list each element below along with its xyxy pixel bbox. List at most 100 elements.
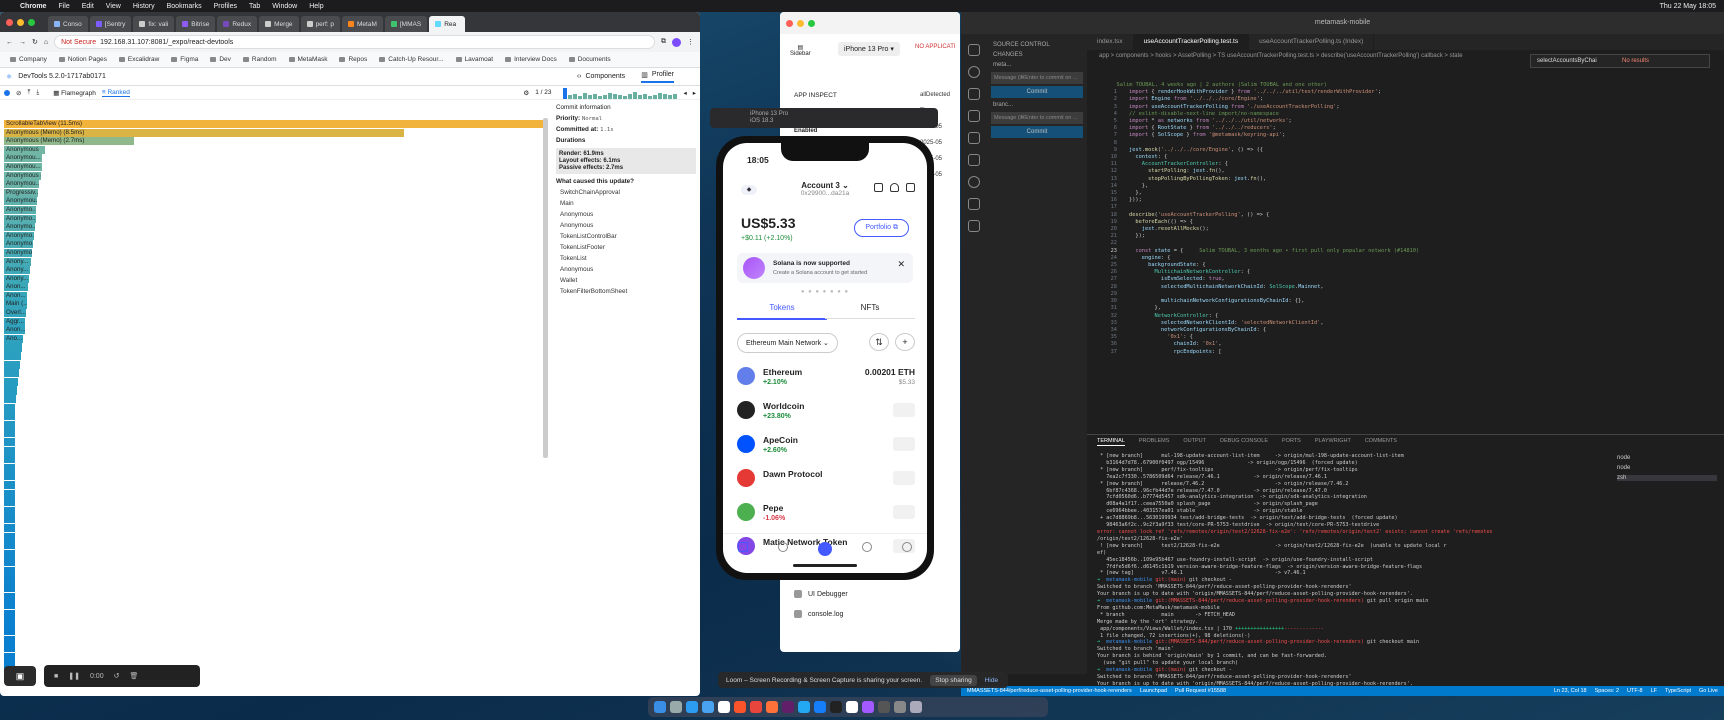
token-row[interactable]: Ethereum +2.10% 0.00201 ETH $5.33 <box>737 365 915 393</box>
ranked-bar[interactable] <box>4 360 21 369</box>
browser-tab-active[interactable]: Rea <box>429 16 466 32</box>
upload-icon[interactable]: ⤒ <box>27 89 30 97</box>
ranked-bar[interactable] <box>4 377 19 386</box>
browser-tab[interactable]: [Sentry <box>89 16 132 32</box>
ranked-bar[interactable] <box>4 489 15 498</box>
commit-button[interactable]: Commit <box>991 86 1083 98</box>
cause-item[interactable]: Main <box>560 200 696 207</box>
ranked-bar[interactable] <box>4 352 22 361</box>
cause-item[interactable]: Wallet <box>560 277 696 284</box>
menu-edit[interactable]: Edit <box>82 3 94 10</box>
browser-tab[interactable]: Conso <box>48 16 88 32</box>
ranked-bar[interactable] <box>4 472 15 481</box>
zoom-window-button[interactable] <box>28 19 35 26</box>
ranked-bar[interactable]: Anonymous (Memo) (8.5ms) <box>4 128 404 137</box>
cause-item[interactable]: Anonymous <box>560 211 696 218</box>
tab-playwright[interactable]: PLAYWRIGHT <box>1315 438 1351 446</box>
search-icon[interactable] <box>968 66 980 78</box>
bookmark-item[interactable]: Lavamoat <box>455 56 493 63</box>
tab-ranked[interactable]: ≡ Ranked <box>101 89 130 97</box>
activity-icon[interactable] <box>778 542 788 552</box>
ranked-bar[interactable] <box>4 592 15 601</box>
trash-icon[interactable] <box>910 701 922 713</box>
ranked-bar[interactable] <box>4 515 15 524</box>
ranked-bar[interactable] <box>4 506 15 515</box>
menu-window[interactable]: Window <box>272 3 297 10</box>
ranked-bar[interactable] <box>4 395 16 404</box>
code-content[interactable]: Salim TOUBAL, 4 weeks ago | 2 authors (S… <box>1091 82 1711 356</box>
copy-icon[interactable] <box>874 183 883 192</box>
repo-item[interactable]: branc... <box>993 102 1081 108</box>
menu-help[interactable]: Help <box>309 3 323 10</box>
browser-tab[interactable]: fix: vali <box>133 16 175 32</box>
tab-debug-console[interactable]: DEBUG CONSOLE <box>1220 438 1268 446</box>
ranked-bar[interactable]: Main (... <box>4 300 27 309</box>
browser-tab[interactable]: MetaM <box>342 16 383 32</box>
network-avatar-icon[interactable]: ◆ <box>741 185 757 195</box>
commit-message-input[interactable]: Message (⌘Enter to commit on ... <box>991 112 1083 124</box>
portfolio-button[interactable]: Portfolio ⧉ <box>854 219 909 237</box>
ranked-bar[interactable]: Anonymo... <box>4 231 35 240</box>
actions-icon[interactable] <box>818 542 832 556</box>
ranked-bar[interactable]: Anonymo... <box>4 248 33 257</box>
menubar-app[interactable]: Chrome <box>20 3 46 10</box>
vscode-icon[interactable] <box>798 701 810 713</box>
ranked-bar[interactable]: Anonymous (Ma... <box>4 171 41 180</box>
ranked-bar[interactable] <box>4 455 15 464</box>
bookmark-item[interactable]: Figma <box>171 56 198 63</box>
tab-tokens[interactable]: Tokens <box>737 303 827 320</box>
firefox-icon[interactable] <box>766 701 778 713</box>
ranked-bar[interactable]: Anon... <box>4 283 28 292</box>
ranked-bar[interactable]: Anonymou... <box>4 197 38 206</box>
xcode-icon[interactable] <box>814 701 826 713</box>
network-filter[interactable]: Ethereum Main Network ⌄ <box>737 333 838 353</box>
cause-item[interactable]: Anonymous <box>560 222 696 229</box>
chrome-icon[interactable] <box>750 701 762 713</box>
bookmark-item[interactable]: Dev <box>210 56 231 63</box>
back-icon[interactable]: ← <box>6 39 13 46</box>
tab-output[interactable]: OUTPUT <box>1183 438 1206 446</box>
settings-icon[interactable] <box>902 542 912 552</box>
ranked-bar[interactable] <box>4 437 15 447</box>
cause-item[interactable]: TokenList <box>560 255 696 262</box>
ranked-bar[interactable]: Anonymou... <box>4 180 40 189</box>
tab-problems[interactable]: PROBLEMS <box>1139 438 1170 446</box>
add-icon[interactable]: + <box>895 333 915 351</box>
ranked-bar[interactable] <box>4 601 15 610</box>
solana-banner[interactable]: Solana is now supported Create a Solana … <box>737 253 913 283</box>
hide-button[interactable]: Hide <box>985 677 998 684</box>
launchpad-status[interactable]: Launchpad <box>1140 688 1167 694</box>
bookmark-item[interactable]: Documents <box>568 56 611 63</box>
token-row[interactable]: Dawn Protocol <box>737 467 915 495</box>
browser-tab[interactable]: perf: p <box>300 16 340 32</box>
profile-icon[interactable] <box>672 37 681 47</box>
bookmark-item[interactable]: Interview Docs <box>505 56 557 63</box>
cause-item[interactable]: TokenListControlBar <box>560 233 696 240</box>
safari-icon[interactable] <box>686 701 698 713</box>
ranked-bar[interactable] <box>4 463 15 472</box>
more-icon[interactable]: ⋮ <box>687 38 694 46</box>
ranked-bar[interactable] <box>4 369 20 378</box>
browser-tab[interactable]: Redux <box>217 16 258 32</box>
sidebar-toggle[interactable]: ▤ Sidebar <box>790 44 811 57</box>
ranked-bar[interactable] <box>4 549 15 558</box>
figma-icon[interactable] <box>862 701 874 713</box>
go-live-status[interactable]: Go Live <box>1699 688 1718 694</box>
editor-tab[interactable]: index.tsx <box>1087 34 1134 50</box>
settings-icon[interactable]: ⚙ <box>523 89 529 97</box>
reload-icon[interactable]: ↻ <box>32 38 38 46</box>
ranked-bar[interactable] <box>4 523 15 532</box>
bell-icon[interactable] <box>890 183 899 192</box>
ranked-bar[interactable]: Anon... <box>4 326 25 335</box>
ranked-bar[interactable]: Anonymou... <box>4 162 42 172</box>
source-control-icon[interactable] <box>968 88 980 100</box>
bookmark-item[interactable]: Random <box>242 56 277 63</box>
ranked-bar[interactable] <box>4 498 15 507</box>
ui-debugger-item[interactable]: UI Debugger <box>794 590 848 598</box>
repo-item[interactable]: meta... <box>993 62 1081 68</box>
explore-icon[interactable] <box>862 542 872 552</box>
ranked-bar[interactable]: ScrollableTabView (11.5ms) <box>4 120 544 129</box>
cause-item[interactable]: SwitchChainApproval <box>560 189 696 196</box>
record-icon[interactable] <box>4 89 10 96</box>
ranked-bar[interactable] <box>4 343 23 352</box>
